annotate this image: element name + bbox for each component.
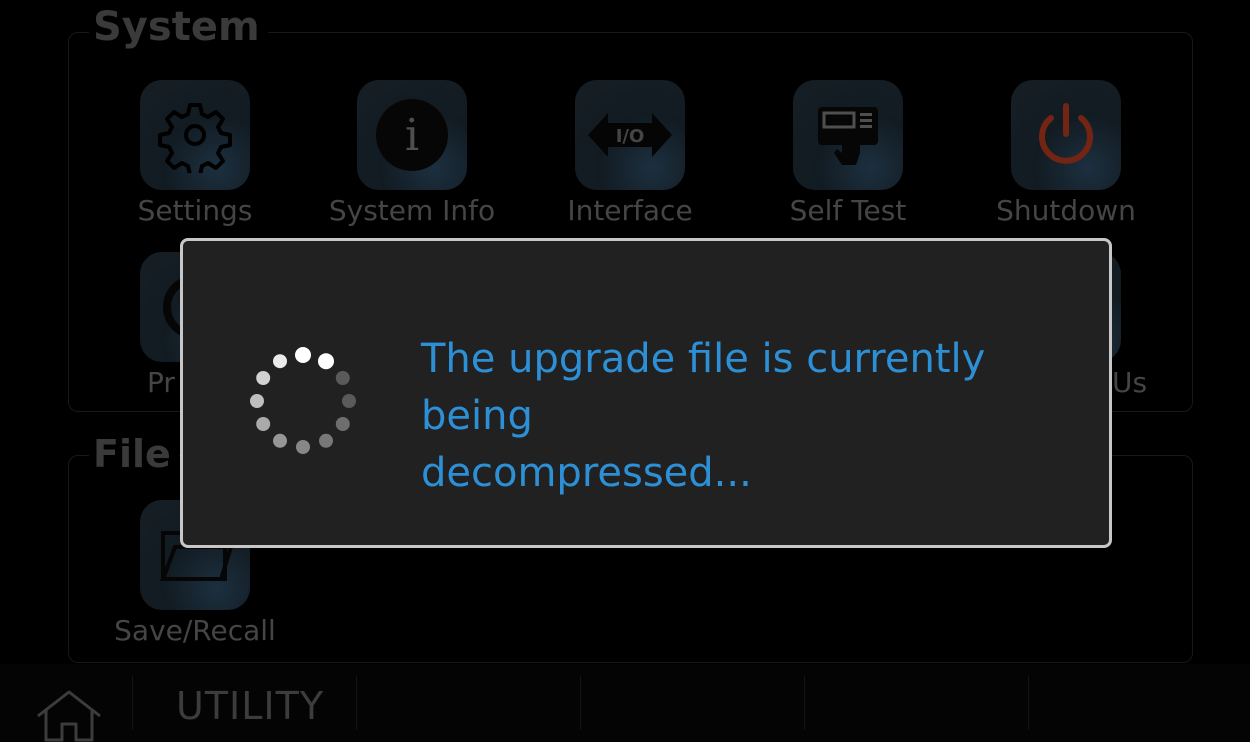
utility-screen: System Settings i System Info I/O Interf… <box>0 0 1250 742</box>
spinner-dot <box>273 433 287 448</box>
spinner-dot <box>335 417 350 431</box>
spinner-dot <box>250 394 264 408</box>
loading-spinner-icon <box>243 341 363 461</box>
spinner-dot <box>295 347 311 363</box>
spinner-dot <box>342 394 356 408</box>
progress-message: The upgrade file is currently being deco… <box>421 336 986 496</box>
spinner-dot <box>335 371 350 385</box>
spinner-dot <box>273 354 287 369</box>
spinner-dot <box>318 353 334 370</box>
spinner-dot <box>256 417 271 431</box>
spinner-dot <box>256 371 271 385</box>
spinner-dot <box>319 433 333 448</box>
progress-dialog: The upgrade file is currently being deco… <box>180 238 1112 548</box>
spinner-dot <box>296 440 310 454</box>
